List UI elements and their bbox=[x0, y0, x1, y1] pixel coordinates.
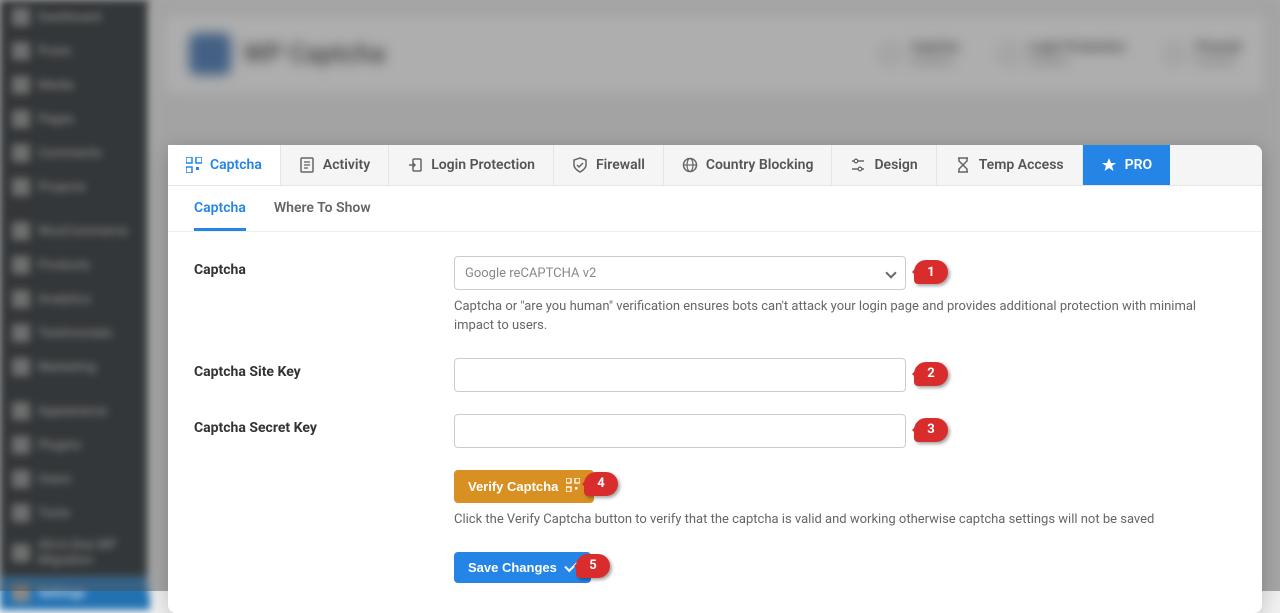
annotation-badge-5: 5 bbox=[576, 554, 610, 578]
tab-pro[interactable]: PRO bbox=[1083, 145, 1171, 185]
chevron-down-icon bbox=[885, 267, 896, 278]
subtab-captcha[interactable]: Captcha bbox=[194, 200, 246, 231]
login-icon bbox=[407, 157, 423, 173]
tab-temp-access[interactable]: Temp Access bbox=[937, 145, 1083, 185]
globe-icon bbox=[682, 157, 698, 173]
annotation-badge-3: 3 bbox=[914, 418, 948, 442]
star-icon bbox=[1101, 157, 1117, 173]
verify-captcha-button[interactable]: Verify Captcha bbox=[454, 470, 594, 503]
captcha-label: Captcha bbox=[194, 256, 454, 336]
doc-icon bbox=[299, 157, 315, 173]
secret-key-label: Captcha Secret Key bbox=[194, 414, 454, 448]
tab-design[interactable]: Design bbox=[832, 145, 936, 185]
tab-login-protection[interactable]: Login Protection bbox=[389, 145, 554, 185]
shield-icon bbox=[572, 157, 588, 173]
captcha-help-text: Captcha or "are you human" verification … bbox=[454, 298, 1234, 336]
subtab-where-to-show[interactable]: Where To Show bbox=[274, 200, 371, 231]
tab-firewall[interactable]: Firewall bbox=[554, 145, 664, 185]
sub-tabbar: Captcha Where To Show bbox=[168, 186, 1262, 232]
tab-activity[interactable]: Activity bbox=[281, 145, 389, 185]
tab-country-blocking[interactable]: Country Blocking bbox=[664, 145, 833, 185]
annotation-badge-4: 4 bbox=[584, 472, 618, 496]
verify-help-text: Click the Verify Captcha button to verif… bbox=[454, 511, 1234, 530]
settings-panel: Captcha Activity Login Protection Firewa… bbox=[168, 145, 1262, 613]
captcha-site-key-input[interactable] bbox=[454, 358, 906, 392]
annotation-badge-1: 1 bbox=[914, 260, 948, 284]
annotation-badge-2: 2 bbox=[914, 362, 948, 386]
main-tabbar: Captcha Activity Login Protection Firewa… bbox=[168, 145, 1262, 186]
tab-captcha[interactable]: Captcha bbox=[168, 145, 281, 185]
hourglass-icon bbox=[955, 157, 971, 173]
qr-icon bbox=[186, 157, 202, 173]
captcha-type-select[interactable]: Google reCAPTCHA v2 bbox=[454, 256, 906, 290]
captcha-secret-key-input[interactable] bbox=[454, 414, 906, 448]
sliders-icon bbox=[850, 157, 866, 173]
site-key-label: Captcha Site Key bbox=[194, 358, 454, 392]
